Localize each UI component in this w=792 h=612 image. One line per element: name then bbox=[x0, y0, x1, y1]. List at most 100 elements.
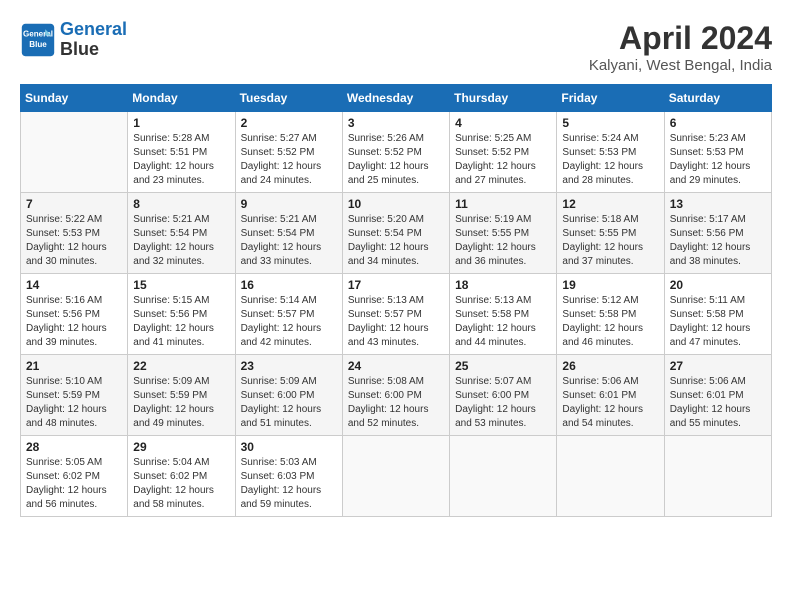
day-number: 12 bbox=[562, 197, 658, 211]
calendar-cell: 20Sunrise: 5:11 AM Sunset: 5:58 PM Dayli… bbox=[664, 274, 771, 355]
day-number: 4 bbox=[455, 116, 551, 130]
day-number: 5 bbox=[562, 116, 658, 130]
calendar-cell: 13 Sunrise: 5:17 AM Sunset: 5:56 PM Dayli… bbox=[664, 193, 771, 274]
day-number: 9 bbox=[241, 197, 337, 211]
calendar-cell: 22 Sunrise: 5:09 AM Sunset: 5:59 PM Dayli… bbox=[128, 355, 235, 436]
day-info: Sunrise: 5:20 AM Sunset: 5:54 PM Dayligh… bbox=[348, 213, 444, 269]
day-number: 8 bbox=[133, 197, 229, 211]
calendar-cell: 7 Sunrise: 5:22 AM Sunset: 5:53 PM Daylig… bbox=[21, 193, 128, 274]
day-number: 28 bbox=[26, 440, 122, 454]
calendar-cell: 16 Sunrise: 5:14 AM Sunset: 5:57 PM Dayli… bbox=[235, 274, 342, 355]
calendar-cell: 8 Sunrise: 5:21 AM Sunset: 5:54 PM Daylig… bbox=[128, 193, 235, 274]
day-number: 15 bbox=[133, 278, 229, 292]
calendar-table: SundayMondayTuesdayWednesdayThursdayFrid… bbox=[20, 84, 772, 517]
calendar-cell: 24 Sunrise: 5:08 AM Sunset: 6:00 PM Dayli… bbox=[342, 355, 449, 436]
day-info: Sunrise: 5:18 AM Sunset: 5:55 PM Dayligh… bbox=[562, 213, 658, 269]
day-info: Sunrise: 5:26 AM Sunset: 5:52 PM Dayligh… bbox=[348, 132, 444, 188]
calendar-cell: 28 Sunrise: 5:05 AM Sunset: 6:02 PM Dayli… bbox=[21, 436, 128, 517]
calendar-cell bbox=[664, 436, 771, 517]
day-number: 24 bbox=[348, 359, 444, 373]
day-info: Sunrise: 5:07 AM Sunset: 6:00 PM Dayligh… bbox=[455, 375, 551, 431]
day-info: Sunrise: 5:08 AM Sunset: 6:00 PM Dayligh… bbox=[348, 375, 444, 431]
calendar-cell: 6 Sunrise: 5:23 AM Sunset: 5:53 PM Daylig… bbox=[664, 112, 771, 193]
day-info: Sunrise: 5:06 AM Sunset: 6:01 PM Dayligh… bbox=[670, 375, 766, 431]
calendar-cell: 2Sunrise: 5:27 AM Sunset: 5:52 PM Daylig… bbox=[235, 112, 342, 193]
day-info: Sunrise: 5:09 AM Sunset: 6:00 PM Dayligh… bbox=[241, 375, 337, 431]
day-number: 25 bbox=[455, 359, 551, 373]
calendar-week-row: 21 Sunrise: 5:10 AM Sunset: 5:59 PM Dayli… bbox=[21, 355, 772, 436]
calendar-week-row: 28 Sunrise: 5:05 AM Sunset: 6:02 PM Dayli… bbox=[21, 436, 772, 517]
calendar-cell: 12 Sunrise: 5:18 AM Sunset: 5:55 PM Dayli… bbox=[557, 193, 664, 274]
weekday-header: Tuesday bbox=[235, 85, 342, 112]
calendar-cell: 29Sunrise: 5:04 AM Sunset: 6:02 PM Dayli… bbox=[128, 436, 235, 517]
calendar-cell bbox=[21, 112, 128, 193]
calendar-cell: 19Sunrise: 5:12 AM Sunset: 5:58 PM Dayli… bbox=[557, 274, 664, 355]
calendar-cell: 4Sunrise: 5:25 AM Sunset: 5:52 PM Daylig… bbox=[450, 112, 557, 193]
weekday-header: Sunday bbox=[21, 85, 128, 112]
page-header: General Blue GeneralBlue April 2024 Kaly… bbox=[20, 20, 772, 74]
day-info: Sunrise: 5:15 AM Sunset: 5:56 PM Dayligh… bbox=[133, 294, 229, 350]
svg-text:Blue: Blue bbox=[29, 40, 47, 49]
day-number: 7 bbox=[26, 197, 122, 211]
day-number: 22 bbox=[133, 359, 229, 373]
day-info: Sunrise: 5:13 AM Sunset: 5:57 PM Dayligh… bbox=[348, 294, 444, 350]
calendar-cell: 9Sunrise: 5:21 AM Sunset: 5:54 PM Daylig… bbox=[235, 193, 342, 274]
day-info: Sunrise: 5:04 AM Sunset: 6:02 PM Dayligh… bbox=[133, 456, 229, 512]
day-number: 26 bbox=[562, 359, 658, 373]
day-number: 27 bbox=[670, 359, 766, 373]
calendar-cell: 26Sunrise: 5:06 AM Sunset: 6:01 PM Dayli… bbox=[557, 355, 664, 436]
day-number: 14 bbox=[26, 278, 122, 292]
calendar-cell bbox=[450, 436, 557, 517]
day-info: Sunrise: 5:22 AM Sunset: 5:53 PM Dayligh… bbox=[26, 213, 122, 269]
day-info: Sunrise: 5:19 AM Sunset: 5:55 PM Dayligh… bbox=[455, 213, 551, 269]
day-info: Sunrise: 5:14 AM Sunset: 5:57 PM Dayligh… bbox=[241, 294, 337, 350]
month-title: April 2024 bbox=[589, 20, 772, 57]
day-number: 1 bbox=[133, 116, 229, 130]
day-number: 6 bbox=[670, 116, 766, 130]
day-info: Sunrise: 5:13 AM Sunset: 5:58 PM Dayligh… bbox=[455, 294, 551, 350]
day-number: 16 bbox=[241, 278, 337, 292]
day-info: Sunrise: 5:21 AM Sunset: 5:54 PM Dayligh… bbox=[133, 213, 229, 269]
logo: General Blue GeneralBlue bbox=[20, 20, 127, 60]
day-number: 17 bbox=[348, 278, 444, 292]
logo-text: GeneralBlue bbox=[60, 20, 127, 60]
logo-icon: General Blue bbox=[20, 22, 56, 58]
day-info: Sunrise: 5:17 AM Sunset: 5:56 PM Dayligh… bbox=[670, 213, 766, 269]
title-block: April 2024 Kalyani, West Bengal, India bbox=[589, 20, 772, 74]
calendar-cell bbox=[557, 436, 664, 517]
day-info: Sunrise: 5:05 AM Sunset: 6:02 PM Dayligh… bbox=[26, 456, 122, 512]
day-number: 13 bbox=[670, 197, 766, 211]
calendar-cell: 1 Sunrise: 5:28 AM Sunset: 5:51 PM Daylig… bbox=[128, 112, 235, 193]
weekday-header: Wednesday bbox=[342, 85, 449, 112]
calendar-cell: 27 Sunrise: 5:06 AM Sunset: 6:01 PM Dayli… bbox=[664, 355, 771, 436]
calendar-cell: 10Sunrise: 5:20 AM Sunset: 5:54 PM Dayli… bbox=[342, 193, 449, 274]
calendar-cell: 30 Sunrise: 5:03 AM Sunset: 6:03 PM Dayli… bbox=[235, 436, 342, 517]
day-number: 21 bbox=[26, 359, 122, 373]
day-number: 3 bbox=[348, 116, 444, 130]
calendar-cell: 3 Sunrise: 5:26 AM Sunset: 5:52 PM Daylig… bbox=[342, 112, 449, 193]
calendar-cell: 23 Sunrise: 5:09 AM Sunset: 6:00 PM Dayli… bbox=[235, 355, 342, 436]
day-number: 23 bbox=[241, 359, 337, 373]
location: Kalyani, West Bengal, India bbox=[589, 57, 772, 74]
weekday-header-row: SundayMondayTuesdayWednesdayThursdayFrid… bbox=[21, 85, 772, 112]
day-number: 18 bbox=[455, 278, 551, 292]
day-number: 30 bbox=[241, 440, 337, 454]
calendar-cell: 11Sunrise: 5:19 AM Sunset: 5:55 PM Dayli… bbox=[450, 193, 557, 274]
day-info: Sunrise: 5:09 AM Sunset: 5:59 PM Dayligh… bbox=[133, 375, 229, 431]
calendar-cell: 21 Sunrise: 5:10 AM Sunset: 5:59 PM Dayli… bbox=[21, 355, 128, 436]
day-number: 2 bbox=[241, 116, 337, 130]
day-info: Sunrise: 5:23 AM Sunset: 5:53 PM Dayligh… bbox=[670, 132, 766, 188]
day-info: Sunrise: 5:10 AM Sunset: 5:59 PM Dayligh… bbox=[26, 375, 122, 431]
day-info: Sunrise: 5:12 AM Sunset: 5:58 PM Dayligh… bbox=[562, 294, 658, 350]
day-info: Sunrise: 5:03 AM Sunset: 6:03 PM Dayligh… bbox=[241, 456, 337, 512]
day-info: Sunrise: 5:28 AM Sunset: 5:51 PM Dayligh… bbox=[133, 132, 229, 188]
calendar-cell bbox=[342, 436, 449, 517]
calendar-cell: 15 Sunrise: 5:15 AM Sunset: 5:56 PM Dayli… bbox=[128, 274, 235, 355]
day-number: 20 bbox=[670, 278, 766, 292]
calendar-week-row: 7 Sunrise: 5:22 AM Sunset: 5:53 PM Daylig… bbox=[21, 193, 772, 274]
calendar-cell: 14 Sunrise: 5:16 AM Sunset: 5:56 PM Dayli… bbox=[21, 274, 128, 355]
calendar-week-row: 14 Sunrise: 5:16 AM Sunset: 5:56 PM Dayli… bbox=[21, 274, 772, 355]
weekday-header: Thursday bbox=[450, 85, 557, 112]
day-info: Sunrise: 5:16 AM Sunset: 5:56 PM Dayligh… bbox=[26, 294, 122, 350]
weekday-header: Friday bbox=[557, 85, 664, 112]
